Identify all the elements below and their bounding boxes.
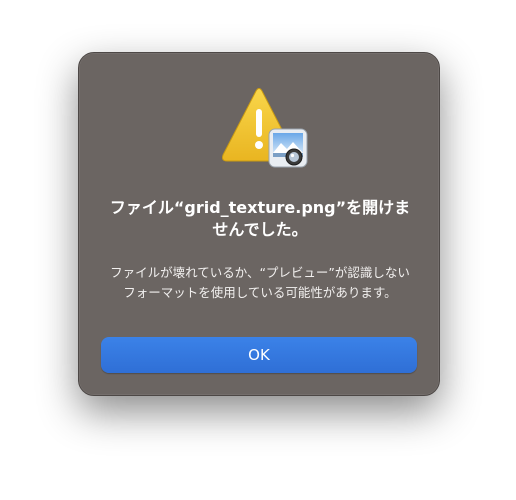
warning-triangle-icon — [222, 88, 308, 168]
alert-dialog: ファイル“grid_texture.png”を開けませんでした。 ファイルが壊れ… — [78, 52, 440, 396]
warning-icon — [219, 87, 311, 173]
dialog-title: ファイル“grid_texture.png”を開けませんでした。 — [109, 198, 411, 239]
dialog-message: ファイルが壊れているか、“プレビュー”が認識しないフォーマットを使用している可能… — [110, 265, 410, 300]
ok-button[interactable]: OK — [101, 337, 417, 373]
preview-app-icon — [268, 128, 308, 168]
